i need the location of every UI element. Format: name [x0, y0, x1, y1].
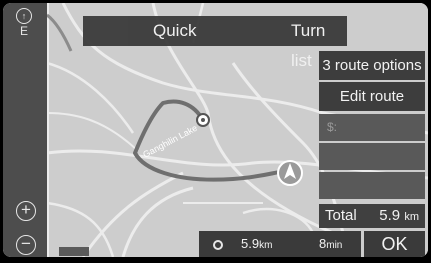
route-summary-bar: 5.9km 8min	[199, 231, 361, 257]
compass-heading: E	[19, 24, 28, 38]
route-options-button[interactable]: 3 route options	[319, 51, 425, 80]
quick-button[interactable]: Quick	[153, 16, 196, 46]
route-distance: 5.9km	[241, 236, 273, 251]
map-scale-icon	[59, 247, 89, 256]
compass-ring: ↑	[16, 8, 32, 24]
compass-icon[interactable]: ↑ E	[13, 8, 35, 42]
route-waypoint-slot-2[interactable]	[319, 172, 425, 199]
navigation-screen: Ganghilin Lake ↑ E + − Quick Turn list 3…	[3, 3, 428, 257]
total-value: 5.9 km	[379, 207, 419, 224]
zoom-in-icon[interactable]: +	[16, 201, 36, 221]
turn-list-button[interactable]: Turn list	[291, 16, 347, 70]
total-distance: Total 5.9 km	[319, 204, 425, 228]
route-start-slot[interactable]: $:	[319, 114, 425, 141]
top-bar: Quick Turn list	[83, 16, 347, 70]
route-marker-icon	[213, 240, 223, 250]
ok-button[interactable]: OK	[364, 231, 425, 257]
edit-route-button[interactable]: Edit route	[319, 82, 425, 111]
route-time: 8min	[319, 236, 343, 251]
total-label: Total	[325, 207, 357, 224]
zoom-out-icon[interactable]: −	[16, 235, 36, 255]
route-waypoint-slot-1[interactable]	[319, 143, 425, 170]
route-start-label: $:	[327, 120, 338, 134]
